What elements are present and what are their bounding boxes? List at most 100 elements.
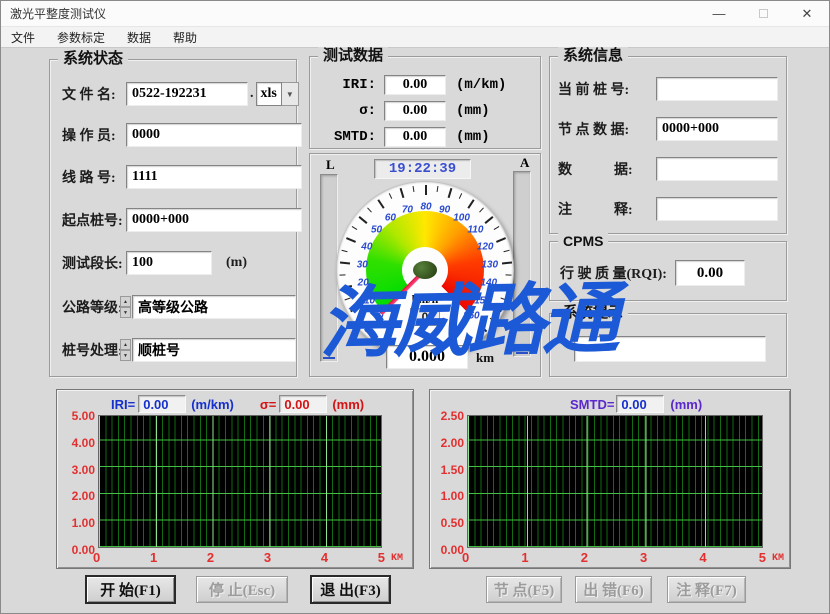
y-tick-label: 2.00	[441, 436, 464, 450]
gauge-tick-mark	[479, 207, 484, 212]
left-bar-label: L	[326, 157, 335, 173]
current-stake-input[interactable]	[656, 77, 778, 101]
system-status-title: 系统状态	[58, 50, 128, 68]
operator-input[interactable]: 0000	[126, 123, 302, 147]
x-tick-label: 4	[699, 550, 706, 565]
sigma-unit: (mm)	[456, 103, 490, 119]
x-tick-label: 0	[93, 550, 100, 565]
system-prompt-panel: 系统提示	[549, 313, 787, 377]
x-tick-label: 3	[640, 550, 647, 565]
gauge-tick-label: 70	[402, 204, 413, 215]
gauge-tick-mark	[425, 185, 427, 195]
gauge-tick-label: 40	[361, 241, 372, 252]
x-tick-label: 1	[150, 550, 157, 565]
exit-button[interactable]: 退 出(F3)	[311, 576, 390, 603]
menu-help[interactable]: 帮助	[173, 29, 197, 46]
gauge-tick-label: 20	[358, 278, 369, 289]
gauge-unit-label: km/h	[412, 292, 439, 307]
y-tick-label: 3.00	[72, 463, 95, 477]
maximize-icon	[759, 9, 768, 18]
iri-sigma-chart-panel: IRI= 0.00 (m/km) σ= 0.00 (mm) 5.004.003.…	[56, 389, 414, 569]
gauge-tick-label: 60	[385, 212, 396, 223]
gauge-tick-mark	[364, 324, 372, 332]
spinner-up-icon[interactable]: ▲	[120, 339, 131, 350]
gauge-tick-label: 50	[371, 225, 382, 236]
node-data-label: 节 点 数 据:	[558, 119, 656, 139]
file-ext-combo[interactable]: xls ▼	[256, 82, 299, 106]
gauge-tick-mark	[489, 318, 494, 322]
x-tick-label: 1	[521, 550, 528, 565]
line-number-input[interactable]: 1111	[126, 165, 302, 189]
minimize-button[interactable]: —	[697, 1, 741, 26]
stake-mode-input[interactable]: 顺桩号	[132, 338, 296, 362]
file-ext-dot: .	[250, 86, 254, 102]
x-tick-label: 2	[581, 550, 588, 565]
start-stake-input[interactable]: 0000+000	[126, 208, 302, 232]
annotate-button[interactable]: 注 释(F7)	[667, 576, 746, 603]
title-bar: 激光平整度测试仪 — ✕	[1, 1, 829, 27]
maximize-button[interactable]	[741, 1, 785, 26]
minimize-icon: —	[713, 6, 726, 21]
system-prompt-input[interactable]	[574, 336, 766, 362]
gauge-tick-mark	[412, 186, 414, 192]
road-grade-spinner[interactable]: ▲▼	[120, 296, 131, 318]
start-button[interactable]: 开 始(F1)	[86, 576, 175, 603]
gauge-tick-label: 100	[453, 212, 470, 223]
chevron-down-icon[interactable]: ▼	[282, 82, 299, 106]
gauge-tick-mark	[342, 250, 348, 252]
y-tick-label: 2.50	[441, 409, 464, 423]
smtd-value: 0.00	[384, 127, 446, 147]
gauge-tick-mark	[484, 216, 493, 224]
node-data-input[interactable]: 0000+000	[656, 117, 778, 141]
node-button[interactable]: 节 点(F5)	[486, 576, 562, 603]
iri-series-value: 0.00	[138, 395, 186, 413]
gauge-tick-mark	[340, 274, 346, 275]
gauge-tick-label: 80	[420, 202, 431, 213]
y-tick-label: 0.00	[441, 543, 464, 557]
spinner-up-icon[interactable]: ▲	[120, 296, 131, 307]
segment-length-input[interactable]: 100	[126, 251, 212, 275]
sigma-series-unit: (mm)	[332, 397, 364, 412]
y-tick-label: 1.50	[441, 463, 464, 477]
stake-mode-spinner[interactable]: ▲▼	[120, 339, 131, 361]
gauge-tick-mark	[356, 318, 361, 322]
menu-file[interactable]: 文件	[11, 29, 35, 46]
menu-calibration[interactable]: 参数标定	[57, 29, 105, 46]
spinner-down-icon[interactable]: ▼	[120, 307, 131, 318]
x-tick-label: 0	[462, 550, 469, 565]
y-tick-label: 1.00	[72, 516, 95, 530]
current-stake-label: 当 前 桩 号:	[558, 79, 656, 99]
iri-chart-x-unit: KM	[391, 553, 403, 564]
close-button[interactable]: ✕	[785, 1, 829, 26]
smtd-chart-x-axis: 012345	[462, 550, 766, 565]
speed-digital-value: 0	[410, 308, 440, 326]
distance-unit-label: km	[476, 350, 494, 366]
stop-button[interactable]: 停 止(Esc)	[196, 576, 288, 603]
file-name-input[interactable]: 0522-192231	[126, 82, 248, 106]
distance-display: 0.000	[386, 345, 468, 369]
iri-label: IRI:	[310, 77, 376, 93]
menu-data[interactable]: 数据	[127, 29, 151, 46]
iri-value: 0.00	[384, 75, 446, 95]
test-data-title: 测试数据	[318, 47, 388, 65]
gauge-tick-mark	[351, 226, 357, 230]
comment-input[interactable]	[656, 197, 778, 221]
gauge-tick-label: 150	[474, 296, 491, 307]
iri-chart-plot	[98, 415, 382, 548]
gauge-tick-mark	[494, 226, 500, 230]
data-input[interactable]	[656, 157, 778, 181]
spinner-down-icon[interactable]: ▼	[120, 350, 131, 361]
sigma-label: σ:	[310, 103, 376, 119]
road-grade-input[interactable]: 高等级公路	[132, 295, 296, 319]
gauge-tick-mark	[346, 237, 356, 243]
gauge-tick-mark	[500, 285, 510, 289]
right-level-fill	[516, 352, 528, 354]
iri-sigma-chart-header: IRI= 0.00 (m/km) σ= 0.00 (mm)	[57, 394, 413, 414]
error-button[interactable]: 出 错(F6)	[575, 576, 652, 603]
gauge-tick-mark	[359, 216, 368, 224]
cpms-panel: CPMS 行 驶 质 量(RQI): 0.00	[549, 241, 787, 301]
smtd-chart-panel: SMTD= 0.00 (mm) 2.502.001.501.000.500.00…	[429, 389, 791, 569]
system-prompt-title: 系统提示	[558, 304, 628, 322]
gauge-tick-mark	[350, 306, 360, 312]
iri-chart-y-axis: 5.004.003.002.001.000.00	[59, 409, 95, 557]
